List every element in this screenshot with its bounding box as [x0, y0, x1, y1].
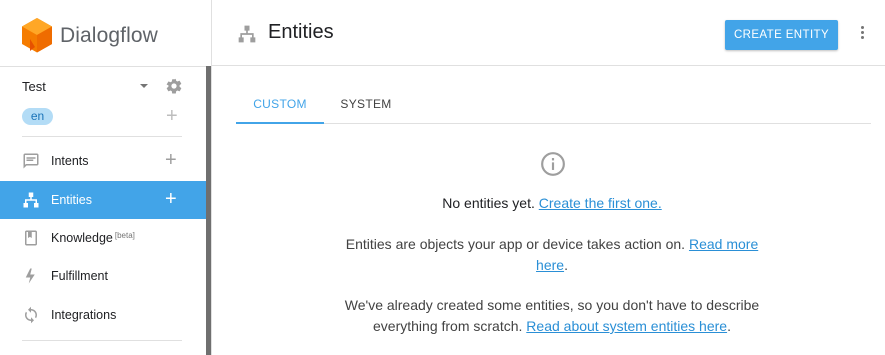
caret-down-icon[interactable] — [140, 84, 148, 88]
plus-icon[interactable]: + — [166, 106, 178, 126]
page-title: Entities — [268, 21, 334, 43]
system-entities-text-cont: everything from scratch. Read about syst… — [212, 316, 885, 337]
system-entities-text-b: everything from scratch. — [373, 318, 523, 334]
brand[interactable]: Dialogflow — [22, 16, 158, 56]
sidebar-item-label: Intents — [51, 154, 89, 168]
agent-selector[interactable]: Test — [22, 74, 192, 98]
hierarchy-icon — [23, 192, 39, 208]
sidebar-item-label: Entities — [51, 193, 92, 207]
sync-icon — [25, 306, 37, 324]
knowledge-label: Knowledge — [51, 231, 113, 245]
sidebar-item-intents[interactable]: Intents + — [0, 142, 206, 180]
tab-system[interactable]: SYSTEM — [324, 84, 408, 124]
entities-description: Entities are objects your app or device … — [212, 234, 885, 255]
create-entity-button[interactable]: CREATE ENTITY — [725, 20, 838, 50]
lightning-icon — [25, 268, 35, 284]
divider — [22, 136, 182, 137]
add-entity-button[interactable]: + — [165, 189, 177, 209]
period: . — [564, 257, 568, 273]
book-icon — [25, 230, 37, 246]
beta-badge: [beta] — [114, 231, 135, 240]
tab-custom[interactable]: CUSTOM — [236, 84, 324, 124]
read-more-link[interactable]: Read more — [689, 236, 758, 252]
divider — [0, 66, 206, 67]
entities-description-cont: here. — [212, 255, 885, 276]
read-more-link-here[interactable]: here — [536, 257, 564, 273]
sidebar-item-knowledge[interactable]: Knowledge [beta] — [0, 219, 206, 257]
sidebar: Dialogflow Test en + Intents + Entities … — [0, 0, 212, 355]
empty-state-line: No entities yet. Create the first one. — [212, 193, 885, 214]
empty-state-text: No entities yet. — [442, 195, 535, 211]
sidebar-item-label: Fulfillment — [51, 269, 108, 283]
empty-state-line: Entities are objects your app or device … — [212, 234, 885, 276]
system-entities-text: We've already created some entities, so … — [344, 297, 760, 313]
info-icon — [541, 152, 565, 176]
sidebar-item-integrations[interactable]: Integrations — [0, 296, 206, 334]
sidebar-item-fulfillment[interactable]: Fulfillment — [0, 257, 206, 295]
tab-bar: CUSTOM SYSTEM — [236, 84, 871, 124]
more-vert-icon[interactable] — [859, 26, 865, 42]
period: . — [727, 318, 731, 334]
description-text: Entities are objects your app or device … — [345, 236, 686, 252]
divider — [22, 340, 182, 341]
dialogflow-logo-icon — [22, 18, 52, 53]
language-pill[interactable]: en — [22, 108, 53, 125]
sidebar-scrollbar[interactable] — [206, 66, 211, 355]
add-intent-button[interactable]: + — [165, 150, 177, 170]
empty-state-line: We've already created some entities, so … — [212, 295, 885, 337]
language-row: en + — [22, 106, 192, 128]
system-entities-link[interactable]: Read about system entities here — [526, 318, 727, 334]
brand-name: Dialogflow — [60, 24, 158, 47]
create-first-entity-link[interactable]: Create the first one. — [539, 195, 662, 211]
page-header: Entities CREATE ENTITY — [212, 0, 885, 66]
hierarchy-icon — [238, 25, 256, 43]
sidebar-item-entities[interactable]: Entities + — [0, 181, 206, 219]
sidebar-item-label: Knowledge [beta] — [51, 231, 135, 245]
sidebar-item-label: Integrations — [51, 308, 117, 322]
gear-icon[interactable] — [165, 77, 183, 95]
chat-bubble-icon — [23, 153, 39, 169]
